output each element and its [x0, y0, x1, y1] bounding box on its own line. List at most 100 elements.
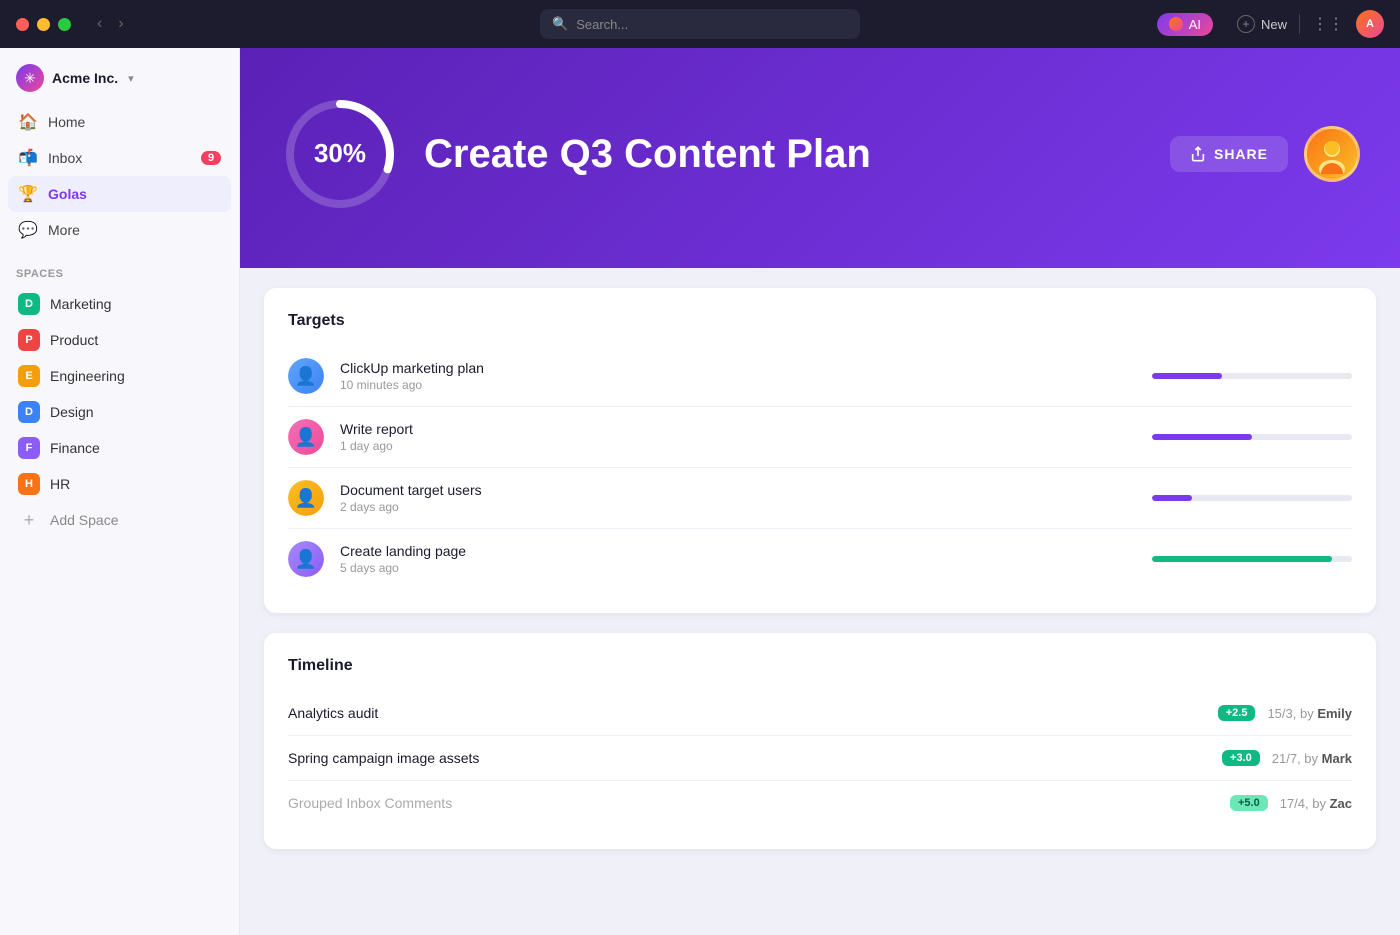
search-placeholder: Search...: [576, 17, 628, 32]
design-label: Design: [50, 404, 94, 420]
search-bar[interactable]: 🔍 Search...: [540, 9, 860, 39]
target-name-2: Write report: [340, 421, 1136, 437]
goal-title: Create Q3 Content Plan: [424, 132, 1146, 176]
table-row: 👤 Document target users 2 days ago: [288, 468, 1352, 529]
user-avatar[interactable]: A: [1356, 10, 1384, 38]
product-label: Product: [50, 332, 98, 348]
target-time-3: 2 days ago: [340, 500, 1136, 514]
target-avatar-4: 👤: [288, 541, 324, 577]
finance-label: Finance: [50, 440, 100, 456]
progress-bar-fill-1: [1152, 373, 1222, 379]
timeline-meta-1: 15/3, by Emily: [1267, 706, 1352, 721]
home-icon: 🏠: [18, 112, 38, 132]
target-info-3: Document target users 2 days ago: [340, 482, 1136, 514]
sidebar-item-more[interactable]: 💬 More: [8, 212, 231, 248]
spaces-label: Spaces: [16, 268, 63, 280]
list-item: Grouped Inbox Comments +5.0 17/4, by Zac: [288, 781, 1352, 825]
minimize-button[interactable]: [37, 18, 50, 31]
share-button[interactable]: SHARE: [1170, 136, 1288, 172]
hr-label: HR: [50, 476, 70, 492]
sidebar-item-finance[interactable]: F Finance: [8, 430, 231, 466]
back-arrow[interactable]: ‹: [91, 13, 108, 35]
main-content: 30% Create Q3 Content Plan SHARE: [240, 48, 1400, 935]
list-item: Analytics audit +2.5 15/3, by Emily: [288, 691, 1352, 736]
share-label: SHARE: [1214, 146, 1268, 162]
timeline-meta-2: 21/7, by Mark: [1272, 751, 1352, 766]
target-time-2: 1 day ago: [340, 439, 1136, 453]
sidebar-item-inbox[interactable]: 📬 Inbox 9: [8, 140, 231, 176]
target-info-2: Write report 1 day ago: [340, 421, 1136, 453]
list-item: Spring campaign image assets +3.0 21/7, …: [288, 736, 1352, 781]
target-progress-2: [1152, 434, 1352, 440]
sidebar-item-goals[interactable]: 🏆 Golas: [8, 176, 231, 212]
target-name-4: Create landing page: [340, 543, 1136, 559]
engineering-badge: E: [18, 365, 40, 387]
workspace-logo-star: ✳: [24, 70, 36, 87]
marketing-badge: D: [18, 293, 40, 315]
maximize-button[interactable]: [58, 18, 71, 31]
targets-section: Targets 👤 ClickUp marketing plan 10 minu…: [264, 288, 1376, 613]
workspace-header[interactable]: ✳ Acme Inc. ▾: [0, 56, 239, 104]
ai-button[interactable]: AI: [1157, 13, 1213, 36]
window-controls: [16, 18, 71, 31]
main-layout: ✳ Acme Inc. ▾ 🏠 Home 📬 Inbox 9 🏆 Golas 💬…: [0, 48, 1400, 935]
table-row: 👤 Create landing page 5 days ago: [288, 529, 1352, 589]
hr-badge: H: [18, 473, 40, 495]
inbox-badge: 9: [201, 151, 221, 165]
target-avatar-1: 👤: [288, 358, 324, 394]
timeline-section: Timeline Analytics audit +2.5 15/3, by E…: [264, 633, 1376, 849]
forward-arrow[interactable]: ›: [112, 13, 129, 35]
search-icon: 🔍: [552, 16, 568, 32]
workspace-chevron-icon: ▾: [128, 72, 134, 85]
timeline-item-name-1: Analytics audit: [288, 705, 1206, 721]
timeline-meta-3: 17/4, by Zac: [1280, 796, 1352, 811]
sidebar-item-product[interactable]: P Product: [8, 322, 231, 358]
goal-header-actions: SHARE: [1170, 126, 1360, 182]
sidebar-item-home[interactable]: 🏠 Home: [8, 104, 231, 140]
goal-header: 30% Create Q3 Content Plan SHARE: [240, 48, 1400, 268]
close-button[interactable]: [16, 18, 29, 31]
new-label: New: [1261, 17, 1287, 32]
timeline-item-name-3: Grouped Inbox Comments: [288, 795, 1218, 811]
table-row: 👤 Write report 1 day ago: [288, 407, 1352, 468]
sidebar-item-hr[interactable]: H HR: [8, 466, 231, 502]
sidebar-item-marketing[interactable]: D Marketing: [8, 286, 231, 322]
sidebar-item-inbox-label: Inbox: [48, 150, 82, 166]
goal-owner-avatar[interactable]: [1304, 126, 1360, 182]
plus-circle-icon: +: [1237, 15, 1255, 33]
target-info-4: Create landing page 5 days ago: [340, 543, 1136, 575]
progress-bar-bg-2: [1152, 434, 1352, 440]
engineering-label: Engineering: [50, 368, 125, 384]
new-button[interactable]: + New: [1237, 15, 1287, 33]
targets-title: Targets: [288, 312, 1352, 330]
divider: [1299, 14, 1300, 34]
grid-icon[interactable]: ⋮⋮: [1312, 14, 1344, 34]
titlebar: ‹ › 🔍 Search... AI + New ⋮⋮ A: [0, 0, 1400, 48]
table-row: 👤 ClickUp marketing plan 10 minutes ago: [288, 346, 1352, 407]
sidebar-item-engineering[interactable]: E Engineering: [8, 358, 231, 394]
inbox-icon: 📬: [18, 148, 38, 168]
timeline-badge-2: +3.0: [1222, 750, 1260, 766]
sidebar-item-home-label: Home: [48, 114, 85, 130]
timeline-badge-3: +5.0: [1230, 795, 1268, 811]
add-space-button[interactable]: + Add Space: [8, 502, 231, 538]
progress-bar-bg-4: [1152, 556, 1352, 562]
progress-bar-bg-3: [1152, 495, 1352, 501]
progress-bar-bg-1: [1152, 373, 1352, 379]
target-avatar-2: 👤: [288, 419, 324, 455]
progress-bar-fill-3: [1152, 495, 1192, 501]
workspace-logo: ✳: [16, 64, 44, 92]
target-time-4: 5 days ago: [340, 561, 1136, 575]
design-badge: D: [18, 401, 40, 423]
marketing-label: Marketing: [50, 296, 111, 312]
add-space-icon: +: [18, 509, 40, 531]
goals-icon: 🏆: [18, 184, 38, 204]
target-time-1: 10 minutes ago: [340, 378, 1136, 392]
sidebar-item-design[interactable]: D Design: [8, 394, 231, 430]
target-progress-3: [1152, 495, 1352, 501]
timeline-item-name-2: Spring campaign image assets: [288, 750, 1210, 766]
target-progress-4: [1152, 556, 1352, 562]
target-info-1: ClickUp marketing plan 10 minutes ago: [340, 360, 1136, 392]
timeline-badge-1: +2.5: [1218, 705, 1256, 721]
target-name-1: ClickUp marketing plan: [340, 360, 1136, 376]
